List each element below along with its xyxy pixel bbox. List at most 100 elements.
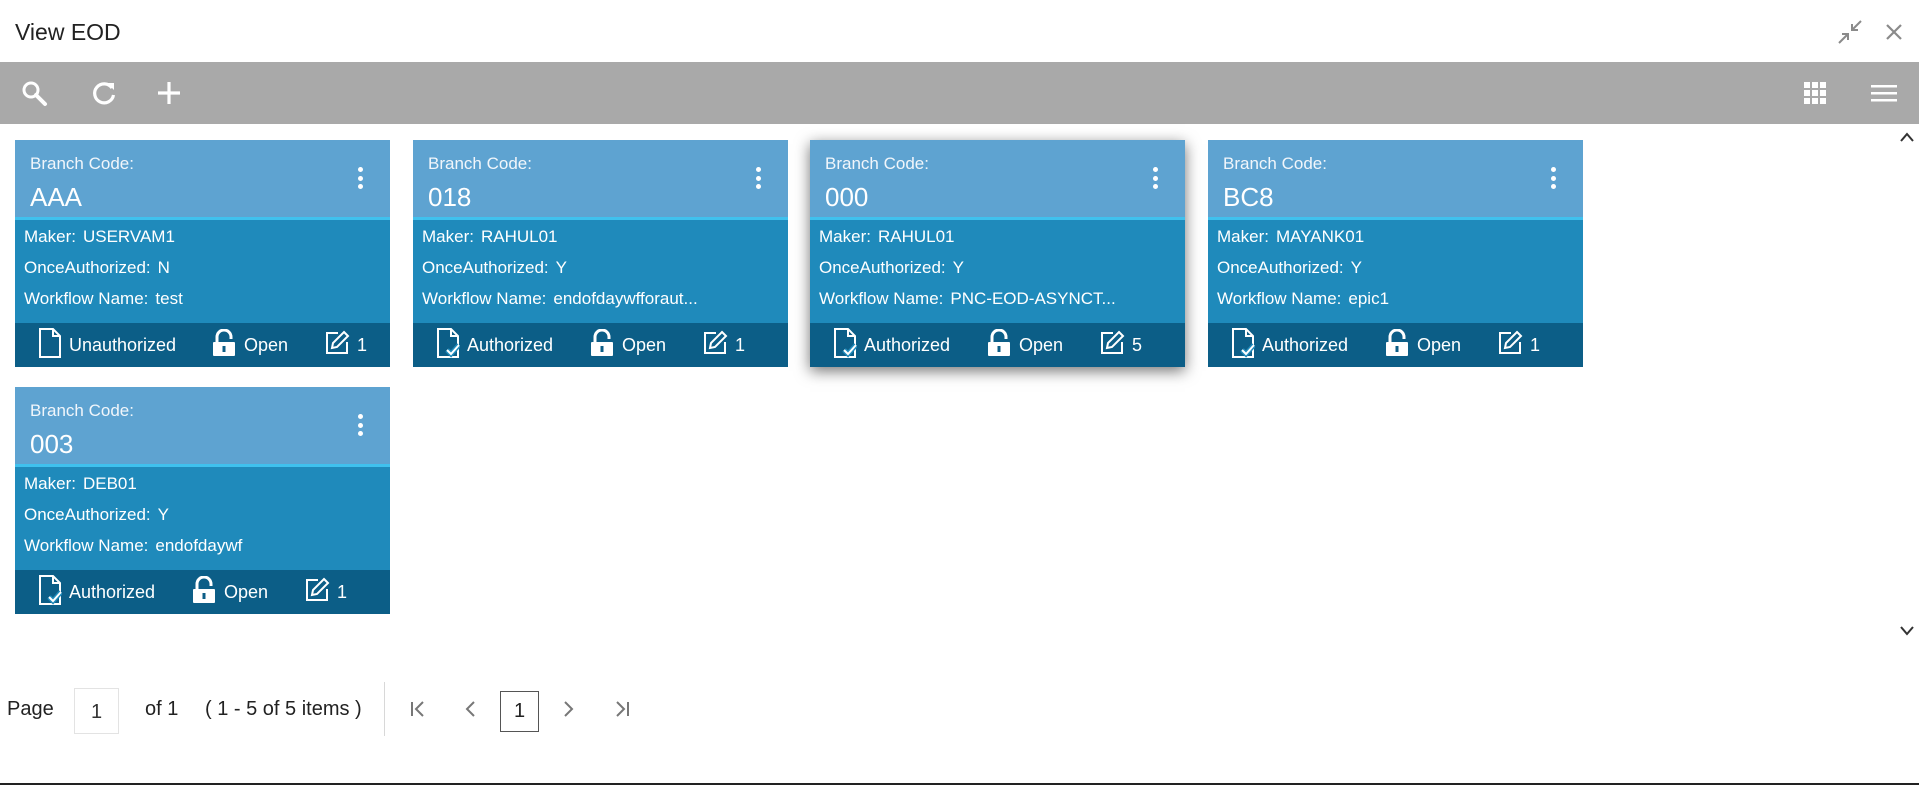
last-page-icon[interactable] xyxy=(609,696,635,722)
card-header: Branch Code: 018 xyxy=(413,140,788,220)
maker-value: RAHUL01 xyxy=(877,227,955,246)
modification-count: 5 xyxy=(1132,334,1143,355)
more-options-icon[interactable] xyxy=(750,165,766,191)
auth-status: Authorized xyxy=(436,327,554,363)
lock-status: Open xyxy=(589,328,666,362)
document-check-icon xyxy=(1231,327,1262,363)
more-options-icon[interactable] xyxy=(1147,165,1163,191)
next-page-icon[interactable] xyxy=(555,696,581,722)
once-authorized-label: OnceAuthorized: xyxy=(1217,258,1344,277)
more-options-icon[interactable] xyxy=(352,412,368,438)
branch-code-label: Branch Code: xyxy=(30,401,134,420)
more-options-icon[interactable] xyxy=(1545,165,1561,191)
modifications: 5 xyxy=(1099,329,1142,361)
workflow-name-label: Workflow Name: xyxy=(422,289,547,308)
scroll-down-icon[interactable] xyxy=(1898,622,1916,640)
once-authorized-label: OnceAuthorized: xyxy=(422,258,549,277)
lock-status-text: Open xyxy=(244,334,289,355)
once-authorized-value: Y xyxy=(555,258,567,277)
minimize-icon[interactable] xyxy=(1836,18,1864,46)
once-authorized-label: OnceAuthorized: xyxy=(819,258,946,277)
maker-row: Maker: RAHUL01 xyxy=(422,227,558,247)
maker-row: Maker: RAHUL01 xyxy=(819,227,955,247)
card-footer: Authorized Open 1 xyxy=(1208,323,1583,367)
branch-code-value: AAA xyxy=(30,182,83,212)
current-page-button[interactable]: 1 xyxy=(500,691,539,732)
modifications: 1 xyxy=(702,329,745,361)
maker-label: Maker: xyxy=(422,227,474,246)
search-icon[interactable] xyxy=(18,77,50,109)
unlock-icon xyxy=(1384,328,1417,362)
once-authorized-row: OnceAuthorized: Y xyxy=(1217,258,1362,278)
branch-code-value: 003 xyxy=(30,429,74,459)
maker-value: DEB01 xyxy=(82,474,137,493)
once-authorized-row: OnceAuthorized: Y xyxy=(422,258,567,278)
once-authorized-value: Y xyxy=(952,258,964,277)
document-icon xyxy=(38,327,69,363)
card-footer: Authorized Open 5 xyxy=(810,323,1185,367)
pager-divider xyxy=(384,682,385,736)
once-authorized-row: OnceAuthorized: Y xyxy=(24,505,169,525)
close-icon[interactable] xyxy=(1880,18,1908,46)
auth-status: Authorized xyxy=(38,574,156,610)
card-body: Maker: RAHUL01 OnceAuthorized: Y Workflow … xyxy=(413,220,788,323)
unlock-icon xyxy=(211,328,244,362)
eod-card[interactable]: Branch Code: 000 Maker: RAHUL01 OnceAutho… xyxy=(810,140,1185,367)
card-grid: Branch Code: AAA Maker: USERVAM1 OnceAuth… xyxy=(0,124,1895,646)
page-number-input[interactable]: 1 xyxy=(74,688,119,734)
branch-code-label: Branch Code: xyxy=(825,154,929,173)
grid-view-icon[interactable] xyxy=(1799,77,1831,109)
once-authorized-label: OnceAuthorized: xyxy=(24,505,151,524)
document-check-icon xyxy=(38,574,69,610)
page-label: Page xyxy=(7,698,54,720)
auth-status: Unauthorized xyxy=(38,327,177,363)
auth-status-text: Unauthorized xyxy=(69,334,177,355)
workflow-name-row: Workflow Name: PNC-EOD-ASYNCT... xyxy=(819,289,1116,309)
unlock-icon xyxy=(191,575,224,609)
once-authorized-value: N xyxy=(157,258,170,277)
auth-status-text: Authorized xyxy=(467,334,554,355)
branch-code-value: 018 xyxy=(428,182,472,212)
workflow-name-label: Workflow Name: xyxy=(819,289,944,308)
maker-row: Maker: MAYANK01 xyxy=(1217,227,1364,247)
workflow-name-value: endofdaywf xyxy=(155,536,243,555)
unlock-icon xyxy=(986,328,1019,362)
branch-code-label: Branch Code: xyxy=(30,154,134,173)
card-footer: Authorized Open 1 xyxy=(15,570,390,614)
workflow-name-label: Workflow Name: xyxy=(24,536,149,555)
lock-status: Open xyxy=(211,328,289,362)
eod-card[interactable]: Branch Code: 018 Maker: RAHUL01 OnceAutho… xyxy=(413,140,788,367)
workflow-name-value: PNC-EOD-ASYNCT... xyxy=(950,289,1116,308)
card-body: Maker: MAYANK01 OnceAuthorized: Y Workflow… xyxy=(1208,220,1583,323)
eod-card[interactable]: Branch Code: BC8 Maker: MAYANK01 OnceAuth… xyxy=(1208,140,1583,367)
modifications: 1 xyxy=(304,576,347,608)
modification-count: 1 xyxy=(337,581,348,602)
scroll-up-icon[interactable] xyxy=(1898,128,1916,146)
workflow-name-row: Workflow Name: endofdaywfforaut... xyxy=(422,289,698,309)
maker-label: Maker: xyxy=(819,227,871,246)
vertical-scrollbar[interactable] xyxy=(1895,124,1919,646)
card-footer: Unauthorized Open 1 xyxy=(15,323,390,367)
auth-status-text: Authorized xyxy=(69,581,156,602)
edit-icon xyxy=(324,330,357,361)
document-check-icon xyxy=(436,327,467,363)
add-icon[interactable] xyxy=(153,77,185,109)
edit-icon xyxy=(1497,330,1530,361)
once-authorized-value: Y xyxy=(1350,258,1362,277)
more-options-icon[interactable] xyxy=(352,165,368,191)
pagination: Page 1 of 1 ( 1 - 5 of 5 items ) 1 xyxy=(0,680,1919,740)
maker-row: Maker: DEB01 xyxy=(24,474,137,494)
previous-page-icon[interactable] xyxy=(458,696,484,722)
list-view-icon[interactable] xyxy=(1868,77,1900,109)
workflow-name-value: endofdaywfforaut... xyxy=(553,289,698,308)
card-body: Maker: DEB01 OnceAuthorized: Y Workflow Na… xyxy=(15,467,390,570)
eod-card[interactable]: Branch Code: 003 Maker: DEB01 OnceAuthori… xyxy=(15,387,390,614)
branch-code-value: 000 xyxy=(825,182,869,212)
first-page-icon[interactable] xyxy=(405,696,431,722)
modifications: 1 xyxy=(324,329,367,361)
refresh-icon[interactable] xyxy=(88,77,120,109)
branch-code-label: Branch Code: xyxy=(1223,154,1327,173)
eod-card[interactable]: Branch Code: AAA Maker: USERVAM1 OnceAuth… xyxy=(15,140,390,367)
unlock-icon xyxy=(589,328,622,362)
toolbar xyxy=(0,62,1919,124)
